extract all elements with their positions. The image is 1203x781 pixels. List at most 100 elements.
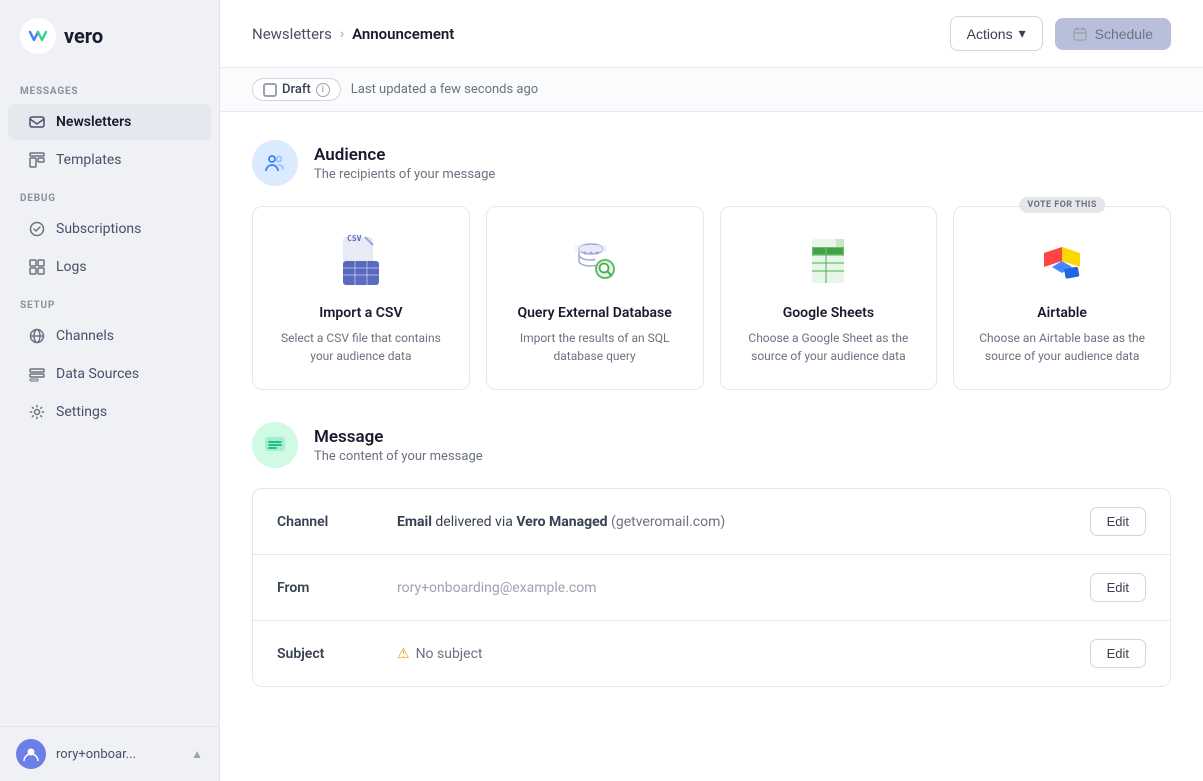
breadcrumb-separator: › bbox=[340, 26, 344, 42]
sidebar-item-logs-label: Logs bbox=[56, 259, 87, 275]
sidebar-item-channels-label: Channels bbox=[56, 328, 114, 344]
breadcrumb-parent[interactable]: Newsletters bbox=[252, 25, 332, 43]
chevron-down-icon: ▾ bbox=[1019, 25, 1026, 42]
sidebar-item-newsletters-label: Newsletters bbox=[56, 114, 131, 130]
audience-title: Audience bbox=[314, 145, 495, 165]
schedule-button[interactable]: Schedule bbox=[1055, 18, 1171, 50]
audience-subtitle: The recipients of your message bbox=[314, 167, 495, 182]
last-updated: Last updated a few seconds ago bbox=[351, 82, 538, 97]
sidebar-item-data-sources[interactable]: Data Sources bbox=[8, 356, 211, 392]
card-csv-title: Import a CSV bbox=[319, 305, 402, 321]
check-circle-icon bbox=[28, 220, 46, 238]
card-google-sheets[interactable]: Google Sheets Choose a Google Sheet as t… bbox=[720, 206, 938, 390]
topbar: Newsletters › Announcement Actions ▾ Sch… bbox=[220, 0, 1203, 68]
channel-value: Email delivered via Vero Managed (getver… bbox=[397, 514, 1090, 530]
from-value: rory+onboarding@example.com bbox=[397, 580, 1090, 596]
chevron-up-icon: ▲ bbox=[191, 747, 203, 761]
message-subtitle: The content of your message bbox=[314, 449, 483, 464]
card-db-desc: Import the results of an SQL database qu… bbox=[507, 329, 683, 365]
logs-icon bbox=[28, 258, 46, 276]
sidebar-item-logs[interactable]: Logs bbox=[8, 249, 211, 285]
footer-username: rory+onboar... bbox=[56, 747, 136, 762]
sidebar-section-debug: DEBUG bbox=[0, 179, 219, 210]
breadcrumb: Newsletters › Announcement bbox=[252, 25, 454, 43]
sidebar-section-setup: SETUP bbox=[0, 286, 219, 317]
svg-text:CSV: CSV bbox=[347, 234, 362, 243]
channel-label: Channel bbox=[277, 514, 397, 530]
message-icon-circle bbox=[252, 422, 298, 468]
status-label: Draft bbox=[282, 82, 311, 97]
query-db-icon bbox=[565, 231, 625, 291]
subject-warning: ⚠ No subject bbox=[397, 646, 1090, 662]
status-badge: Draft i bbox=[252, 78, 341, 101]
vote-badge: VOTE FOR THIS bbox=[1019, 197, 1104, 213]
message-table: Channel Email delivered via Vero Managed… bbox=[252, 488, 1171, 687]
sidebar-item-data-sources-label: Data Sources bbox=[56, 366, 139, 382]
topbar-actions: Actions ▾ Schedule bbox=[950, 16, 1171, 51]
csv-icon: CSV bbox=[331, 231, 391, 291]
airtable-icon bbox=[1032, 231, 1092, 291]
card-airtable-title: Airtable bbox=[1037, 305, 1087, 321]
sidebar-item-subscriptions-label: Subscriptions bbox=[56, 221, 141, 237]
subject-value: ⚠ No subject bbox=[397, 646, 1090, 662]
sidebar-item-templates-label: Templates bbox=[56, 152, 122, 168]
message-row-channel: Channel Email delivered via Vero Managed… bbox=[253, 489, 1170, 555]
draft-dot bbox=[263, 83, 277, 97]
vero-logo-icon bbox=[20, 18, 56, 54]
message-row-subject: Subject ⚠ No subject Edit bbox=[253, 621, 1170, 686]
from-label: From bbox=[277, 580, 397, 596]
google-sheets-icon bbox=[798, 231, 858, 291]
card-csv-desc: Select a CSV file that contains your aud… bbox=[273, 329, 449, 365]
envelope-icon bbox=[28, 113, 46, 131]
message-title: Message bbox=[314, 427, 483, 447]
page-content: Audience The recipients of your message bbox=[220, 112, 1203, 781]
sidebar-section-messages: MESSAGES bbox=[0, 72, 219, 103]
card-import-csv[interactable]: CSV Import a CSV Select a CSV file that … bbox=[252, 206, 470, 390]
channel-provider-name: Vero Managed bbox=[516, 514, 607, 530]
actions-label: Actions bbox=[967, 26, 1013, 42]
subject-label: Subject bbox=[277, 646, 397, 662]
audience-cards: CSV Import a CSV Select a CSV file that … bbox=[252, 206, 1171, 390]
user-info: rory+onboar... bbox=[16, 739, 136, 769]
channel-type: Email bbox=[397, 514, 432, 530]
sidebar-item-newsletters[interactable]: Newsletters bbox=[8, 104, 211, 140]
sidebar-item-channels[interactable]: Channels bbox=[8, 318, 211, 354]
channels-icon bbox=[28, 327, 46, 345]
avatar bbox=[16, 739, 46, 769]
actions-button[interactable]: Actions ▾ bbox=[950, 16, 1043, 51]
audience-icon-circle bbox=[252, 140, 298, 186]
card-gsheets-title: Google Sheets bbox=[783, 305, 874, 321]
channel-via-text: delivered via bbox=[435, 514, 512, 530]
sidebar-item-settings-label: Settings bbox=[56, 404, 107, 420]
user-footer[interactable]: rory+onboar... ▲ bbox=[0, 726, 219, 781]
data-sources-icon bbox=[28, 365, 46, 383]
statusbar: Draft i Last updated a few seconds ago bbox=[220, 68, 1203, 112]
subject-text: No subject bbox=[416, 646, 483, 662]
info-icon[interactable]: i bbox=[316, 83, 330, 97]
subject-edit-button[interactable]: Edit bbox=[1090, 639, 1146, 668]
card-airtable-desc: Choose an Airtable base as the source of… bbox=[974, 329, 1150, 365]
message-row-from: From rory+onboarding@example.com Edit bbox=[253, 555, 1170, 621]
logo-area: vero bbox=[0, 0, 219, 72]
card-db-title: Query External Database bbox=[517, 305, 671, 321]
channel-email-addr: (getveromail.com) bbox=[611, 514, 725, 530]
gear-icon bbox=[28, 403, 46, 421]
calendar-icon bbox=[1073, 27, 1087, 41]
card-query-db[interactable]: Query External Database Import the resul… bbox=[486, 206, 704, 390]
sidebar-item-templates[interactable]: Templates bbox=[8, 142, 211, 178]
sidebar-item-settings[interactable]: Settings bbox=[8, 394, 211, 430]
sidebar: vero MESSAGES Newsletters Templates DEBU… bbox=[0, 0, 220, 781]
audience-titles: Audience The recipients of your message bbox=[314, 145, 495, 182]
message-section-header: Message The content of your message bbox=[252, 422, 1171, 468]
breadcrumb-current: Announcement bbox=[352, 25, 454, 43]
sidebar-item-subscriptions[interactable]: Subscriptions bbox=[8, 211, 211, 247]
from-edit-button[interactable]: Edit bbox=[1090, 573, 1146, 602]
message-icon bbox=[263, 433, 287, 457]
warning-icon: ⚠ bbox=[397, 646, 410, 662]
template-icon bbox=[28, 151, 46, 169]
card-gsheets-desc: Choose a Google Sheet as the source of y… bbox=[741, 329, 917, 365]
channel-edit-button[interactable]: Edit bbox=[1090, 507, 1146, 536]
audience-icon bbox=[263, 151, 287, 175]
card-airtable[interactable]: VOTE FOR THIS Airtable Choo bbox=[953, 206, 1171, 390]
audience-section-header: Audience The recipients of your message bbox=[252, 140, 1171, 186]
